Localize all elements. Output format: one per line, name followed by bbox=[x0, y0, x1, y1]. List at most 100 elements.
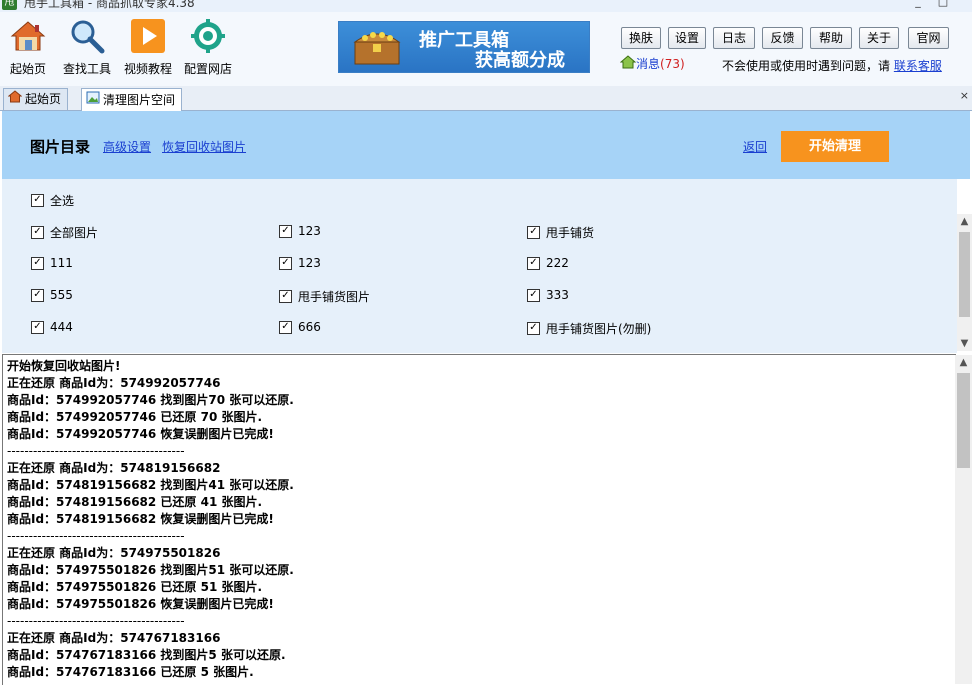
checkbox-box: ✓ bbox=[527, 288, 540, 302]
folder-label: 甩手铺货 bbox=[546, 226, 595, 240]
toolbar-video-tutorial-label: 视频教程 bbox=[123, 62, 172, 76]
messages-home-icon bbox=[619, 55, 637, 72]
folder-checkbox[interactable]: ✓ 123 bbox=[279, 256, 321, 270]
log-scrollbar[interactable]: ▲ bbox=[955, 355, 972, 684]
folder-checkbox[interactable]: ✓ 甩手铺货 bbox=[527, 224, 594, 241]
log-line: 正在还原 商品Id为：574767183166 bbox=[7, 631, 221, 645]
select-all-label: 全选 bbox=[50, 194, 75, 208]
folder-checkbox[interactable]: ✓ 123 bbox=[279, 224, 321, 238]
log-line: 商品Id：574992057746 已还原 70 张图片. bbox=[7, 410, 263, 424]
checkbox-box: ✓ bbox=[279, 256, 292, 270]
folder-checkbox[interactable]: ✓ 333 bbox=[527, 288, 569, 302]
folder-checkbox[interactable]: ✓ 全部图片 bbox=[31, 224, 98, 241]
banner-line-2: 获高额分成 bbox=[475, 50, 565, 71]
folder-label: 123 bbox=[298, 256, 321, 270]
promo-banner[interactable]: 推广工具箱 获高额分成 bbox=[338, 21, 590, 73]
advanced-settings-link[interactable]: 高级设置 bbox=[103, 138, 151, 155]
main-toolbar: 起始页 查找工具 视频教程 配置网店 推广工具箱 获高额分成 换肤 设置 日志 … bbox=[0, 12, 972, 87]
scroll-down-icon[interactable]: ▼ bbox=[957, 338, 972, 349]
checklist-scrollbar[interactable]: ▲ ▼ bbox=[957, 214, 972, 351]
tab-start-page[interactable]: 起始页 bbox=[3, 88, 69, 110]
log-line: 正在还原 商品Id为：574992057746 bbox=[7, 376, 221, 390]
messages-count: (73) bbox=[660, 56, 685, 71]
checkbox-box: ✓ bbox=[279, 224, 292, 238]
folder-label: 甩手铺货图片 bbox=[298, 290, 371, 304]
messages-link[interactable]: 消息 (73) bbox=[619, 55, 685, 72]
folder-checkbox[interactable]: ✓ 555 bbox=[31, 288, 73, 302]
scroll-up-icon[interactable]: ▲ bbox=[955, 357, 972, 368]
log-line: 商品Id：574767183166 已还原 5 张图片. bbox=[7, 665, 254, 679]
folder-label: 222 bbox=[546, 256, 569, 270]
official-site-button[interactable]: 官网 bbox=[908, 27, 949, 49]
image-icon bbox=[86, 90, 100, 111]
checkbox-box: ✓ bbox=[31, 194, 44, 207]
folder-label: 666 bbox=[298, 320, 321, 334]
scroll-up-icon[interactable]: ▲ bbox=[957, 216, 972, 227]
folder-checkbox[interactable]: ✓ 111 bbox=[31, 256, 73, 270]
treasure-chest-icon bbox=[349, 28, 405, 66]
tab-start-page-label: 起始页 bbox=[25, 92, 62, 106]
folder-checkbox[interactable]: ✓ 甩手铺货图片(勿删) bbox=[527, 320, 651, 337]
toolbar-configure-store-button[interactable]: 配置网店 bbox=[181, 18, 235, 77]
folder-label: 555 bbox=[50, 288, 73, 302]
settings-gear-icon bbox=[190, 18, 226, 54]
folder-checkbox[interactable]: ✓ 222 bbox=[527, 256, 569, 270]
title-bar: 甩 甩手工具箱 - 商品抓取专家4.38 _ □ bbox=[0, 0, 972, 12]
restore-log: 开始恢复回收站图片! 正在还原 商品Id为：574992057746 商品Id：57… bbox=[2, 354, 956, 685]
log-line: 正在还原 商品Id为：574975501826 bbox=[7, 546, 221, 560]
checkbox-box: ✓ bbox=[31, 320, 44, 334]
checkbox-box: ✓ bbox=[279, 320, 292, 334]
folder-label: 444 bbox=[50, 320, 73, 334]
checkbox-box: ✓ bbox=[527, 226, 540, 239]
minimize-button[interactable]: _ bbox=[910, 0, 926, 9]
maximize-button[interactable]: □ bbox=[935, 0, 951, 9]
tab-clean-image-space[interactable]: 清理图片空间 bbox=[81, 88, 183, 111]
about-button[interactable]: 关于 bbox=[859, 27, 899, 49]
checkbox-box: ✓ bbox=[527, 256, 540, 270]
folder-label: 333 bbox=[546, 288, 569, 302]
log-line: 商品Id：574975501826 恢复误删图片已完成! bbox=[7, 597, 274, 611]
checklist-scroll-thumb[interactable] bbox=[959, 232, 970, 317]
image-directory-header: 图片目录 高级设置 恢复回收站图片 返回 开始清理 bbox=[2, 111, 970, 179]
contact-support-link[interactable]: 联系客服 bbox=[894, 59, 942, 73]
feedback-button[interactable]: 反馈 bbox=[762, 27, 803, 49]
select-all-checkbox[interactable]: ✓ 全选 bbox=[31, 192, 74, 209]
log-line: 商品Id：574819156682 找到图片41 张可以还原. bbox=[7, 478, 294, 492]
back-link[interactable]: 返回 bbox=[743, 138, 767, 155]
log-scroll-thumb[interactable] bbox=[957, 373, 970, 468]
checkbox-box: ✓ bbox=[279, 290, 292, 303]
toolbar-home-button[interactable]: 起始页 bbox=[6, 18, 50, 77]
log-line: 商品Id：574992057746 找到图片70 张可以还原. bbox=[7, 393, 294, 407]
log-button[interactable]: 日志 bbox=[713, 27, 755, 49]
checkbox-box: ✓ bbox=[527, 322, 540, 335]
help-text: 不会使用或使用时遇到问题，请 bbox=[722, 59, 891, 73]
skin-button[interactable]: 换肤 bbox=[621, 27, 661, 49]
toolbar-video-tutorial-button[interactable]: 视频教程 bbox=[121, 18, 175, 77]
settings-button[interactable]: 设置 bbox=[668, 27, 706, 49]
folder-checkbox[interactable]: ✓ 666 bbox=[279, 320, 321, 334]
start-cleanup-button[interactable]: 开始清理 bbox=[781, 131, 889, 162]
folder-label: 111 bbox=[50, 256, 73, 270]
tab-clean-image-space-label: 清理图片空间 bbox=[103, 92, 176, 107]
restore-recycle-bin-link[interactable]: 恢复回收站图片 bbox=[162, 138, 246, 155]
video-play-icon bbox=[130, 18, 166, 54]
tab-bar: 起始页 清理图片空间 × bbox=[0, 86, 972, 111]
folder-checkbox[interactable]: ✓ 甩手铺货图片 bbox=[279, 288, 370, 305]
app-icon: 甩 bbox=[2, 0, 17, 10]
checkbox-box: ✓ bbox=[31, 226, 44, 239]
log-line: 商品Id：574767183166 找到图片5 张可以还原. bbox=[7, 648, 286, 662]
help-button[interactable]: 帮助 bbox=[810, 27, 852, 49]
log-separator: ----------------------------------------… bbox=[7, 614, 185, 628]
toolbar-home-label: 起始页 bbox=[9, 62, 46, 76]
help-text-row: 不会使用或使用时遇到问题，请 联系客服 bbox=[722, 57, 942, 74]
folder-checkbox[interactable]: ✓ 444 bbox=[31, 320, 73, 334]
home-icon bbox=[10, 18, 46, 54]
log-lines: 开始恢复回收站图片! 正在还原 商品Id为：574992057746 商品Id：57… bbox=[3, 358, 956, 681]
image-folder-checklist: ✓ 全选 ✓ 全部图片 ✓ 123 ✓ 甩手铺货 ✓ 111 ✓ 123 ✓ 222 ✓ 55… bbox=[2, 179, 957, 353]
checkbox-box: ✓ bbox=[31, 256, 44, 270]
close-tab-icon[interactable]: × bbox=[960, 89, 969, 102]
log-line: 正在还原 商品Id为：574819156682 bbox=[7, 461, 221, 475]
messages-label: 消息 bbox=[636, 57, 661, 71]
log-line: 开始恢复回收站图片! bbox=[7, 359, 121, 373]
toolbar-find-tools-button[interactable]: 查找工具 bbox=[60, 18, 114, 77]
